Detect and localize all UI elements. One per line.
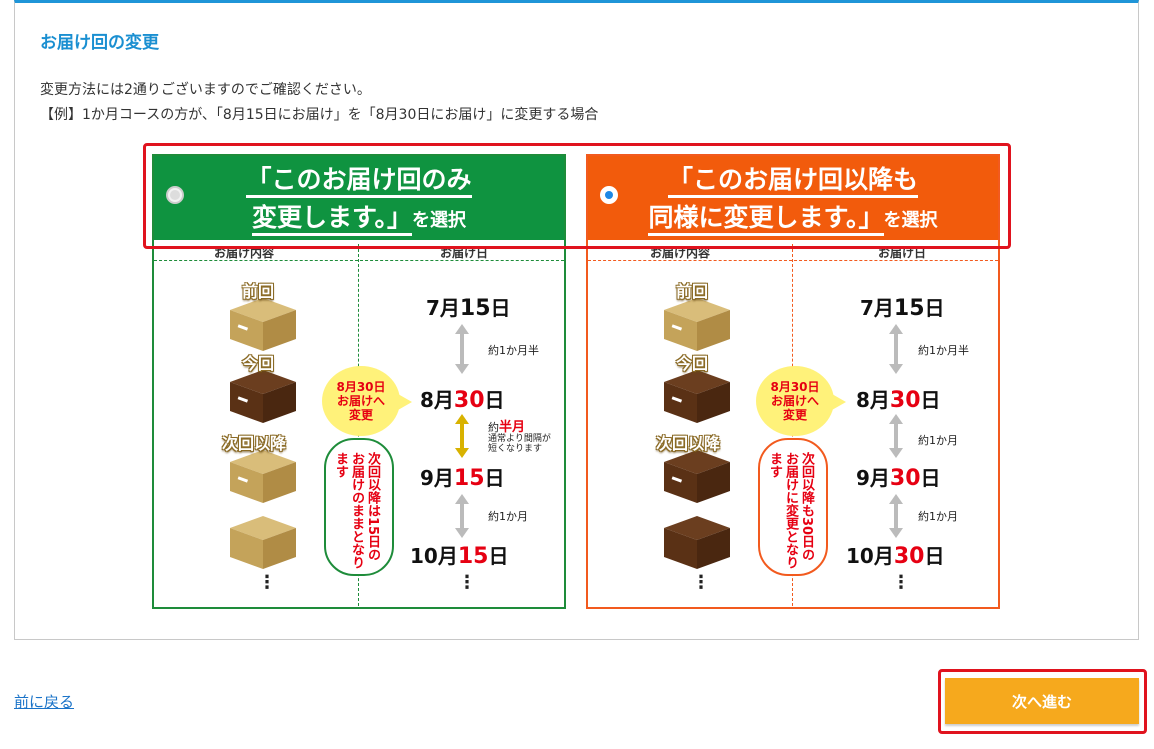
keep-bubble: 次回以降は15日のお届けのままとなります: [324, 438, 394, 576]
arrow-icon: [889, 324, 903, 374]
back-link[interactable]: 前に戻る: [14, 691, 74, 712]
section-title: お届け回の変更: [40, 33, 159, 53]
keep-bubble: 次回以降も30日のお届けに変更となります: [758, 438, 828, 576]
arrow-icon: [455, 414, 469, 458]
example-text: 【例】1か月コースの方が、「8月15日にお届け」を「8月30日にお届け」に変更す…: [40, 107, 599, 123]
description-text: 変更方法には2通りございますのでご確認ください。: [40, 82, 371, 98]
box-label-previous: 前回: [676, 282, 709, 301]
box-following-icon: [664, 516, 730, 569]
box-previous-icon: [230, 298, 296, 351]
box-following-icon: [230, 516, 296, 569]
option-title-line2: 変更します。」: [251, 203, 412, 236]
option-title-suffix: を選択: [412, 210, 466, 231]
box-current-icon: [664, 370, 730, 423]
date-2: 8月30日: [856, 388, 941, 413]
option-title-line1: 「このお届け回以降も: [667, 165, 918, 198]
arrow-icon: [455, 494, 469, 538]
option-this-and-following[interactable]: 「このお届け回以降も 同様に変更します。」を選択 お届け内容 お届け日 前回 今…: [586, 154, 1000, 609]
box-current-icon: [230, 370, 296, 423]
box-next-icon: [664, 450, 730, 503]
box-label-next: 次回以降: [222, 434, 287, 453]
date-3: 9月15日: [420, 466, 505, 491]
box-label-next: 次回以降: [656, 434, 721, 453]
delivery-change-panel: お届け回の変更 変更方法には2通りございますのでご確認ください。 【例】1か月コ…: [14, 0, 1139, 640]
column-header-items: お届け内容: [650, 246, 711, 260]
arrow-icon: [455, 324, 469, 374]
column-header-dates: お届け日: [878, 246, 927, 260]
box-label-previous: 前回: [242, 282, 275, 301]
arrow-icon: [889, 494, 903, 538]
date-2: 8月30日: [420, 388, 505, 413]
column-header-dates: お届け日: [440, 246, 489, 260]
date-4: 10月15日: [410, 544, 509, 569]
column-header-items: お届け内容: [214, 246, 275, 260]
option-header[interactable]: 「このお届け回以降も 同様に変更します。」を選択: [588, 156, 998, 240]
option-this-delivery-only[interactable]: 「このお届け回のみ 変更します。」を選択 お届け内容 お届け日 前回 今回 次回…: [152, 154, 566, 609]
date-1: 7月15日: [860, 296, 945, 321]
option-title-line1: 「このお届け回のみ: [246, 165, 472, 198]
box-previous-icon: [664, 298, 730, 351]
date-4: 10月30日: [846, 544, 945, 569]
change-bubble: 8月30日 お届けへ 変更: [756, 366, 846, 436]
option-header[interactable]: 「このお届け回のみ 変更します。」を選択: [154, 156, 564, 240]
date-1: 7月15日: [426, 296, 511, 321]
next-button[interactable]: 次へ進む: [945, 678, 1139, 724]
option-title-suffix: を選択: [883, 210, 938, 231]
box-label-current: 今回: [676, 354, 709, 373]
date-3: 9月30日: [856, 466, 941, 491]
option-title-line2: 同様に変更します。」: [648, 203, 884, 236]
change-bubble: 8月30日 お届けへ 変更: [322, 366, 412, 436]
box-next-icon: [230, 450, 296, 503]
box-label-current: 今回: [242, 354, 275, 373]
arrow-icon: [889, 414, 903, 458]
